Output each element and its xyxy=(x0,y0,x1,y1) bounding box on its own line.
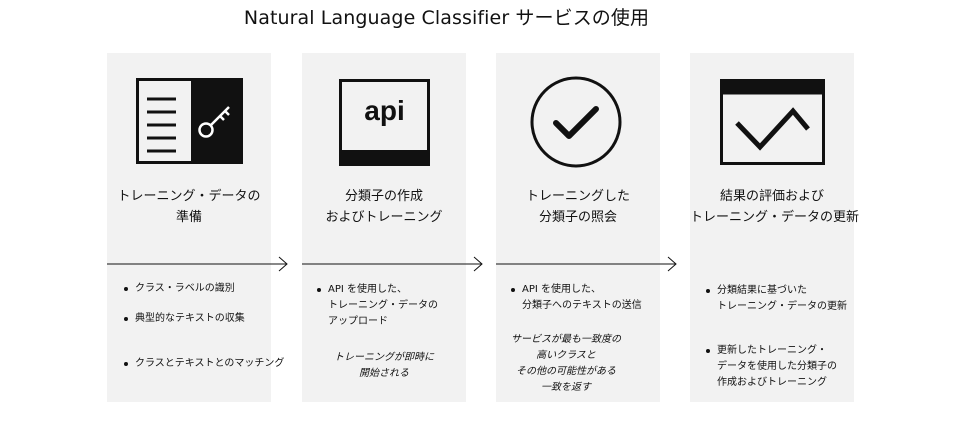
step-heading: 結果の評価および トレーニング・データの更新 xyxy=(690,189,860,225)
step-panel-query: トレーニングした 分類子の照会 API を使用した、 分類子へのテキストの送信 … xyxy=(496,53,660,402)
step-note: サービスが最も一致度の 高いクラスと その他の可能性がある 一致を返す xyxy=(511,334,621,393)
diagram-title: Natural Language Classifier サービスの使用 xyxy=(243,7,650,29)
step-heading: 分類子の作成 およびトレーニング xyxy=(325,189,443,225)
bullet-item: API を使用した、 分類子へのテキストの送信 xyxy=(511,284,642,311)
step-panel-evaluate-update: 結果の評価および トレーニング・データの更新 分類結果に基づいた トレーニング・… xyxy=(690,53,860,402)
step-heading: トレーニング・データの 準備 xyxy=(117,189,261,225)
step-heading: トレーニングした 分類子の照会 xyxy=(525,189,630,225)
checkmark-circle-icon xyxy=(530,76,622,168)
api-icon-label: api xyxy=(364,95,405,126)
arrow-right-2 xyxy=(302,256,483,272)
document-key-icon xyxy=(136,78,243,164)
arrow-right-3 xyxy=(496,256,677,272)
bullet-item: クラス・ラベルの識別 xyxy=(124,283,235,294)
bullet-item: クラスとテキストとのマッチング xyxy=(123,358,285,369)
bullet-item: API を使用した、 トレーニング・データの アップロード xyxy=(317,284,438,327)
step-panel-prepare-data: トレーニング・データの 準備 クラス・ラベルの識別 典型的なテキストの収集 クラ… xyxy=(107,53,284,402)
step-panel-create-train: api 分類子の作成 およびトレーニング API を使用した、 トレーニング・デ… xyxy=(302,53,466,402)
bullet-item: 更新したトレーニング・ データを使用した分類子の 作成およびトレーニング xyxy=(706,345,837,388)
bullet-item: 分類結果に基づいた トレーニング・データの更新 xyxy=(706,285,847,312)
arrow-right-1 xyxy=(107,256,288,272)
bullet-item: 典型的なテキストの収集 xyxy=(124,313,245,324)
window-chart-icon xyxy=(720,79,825,165)
step-note: トレーニングが即時に 開始される xyxy=(334,352,434,379)
